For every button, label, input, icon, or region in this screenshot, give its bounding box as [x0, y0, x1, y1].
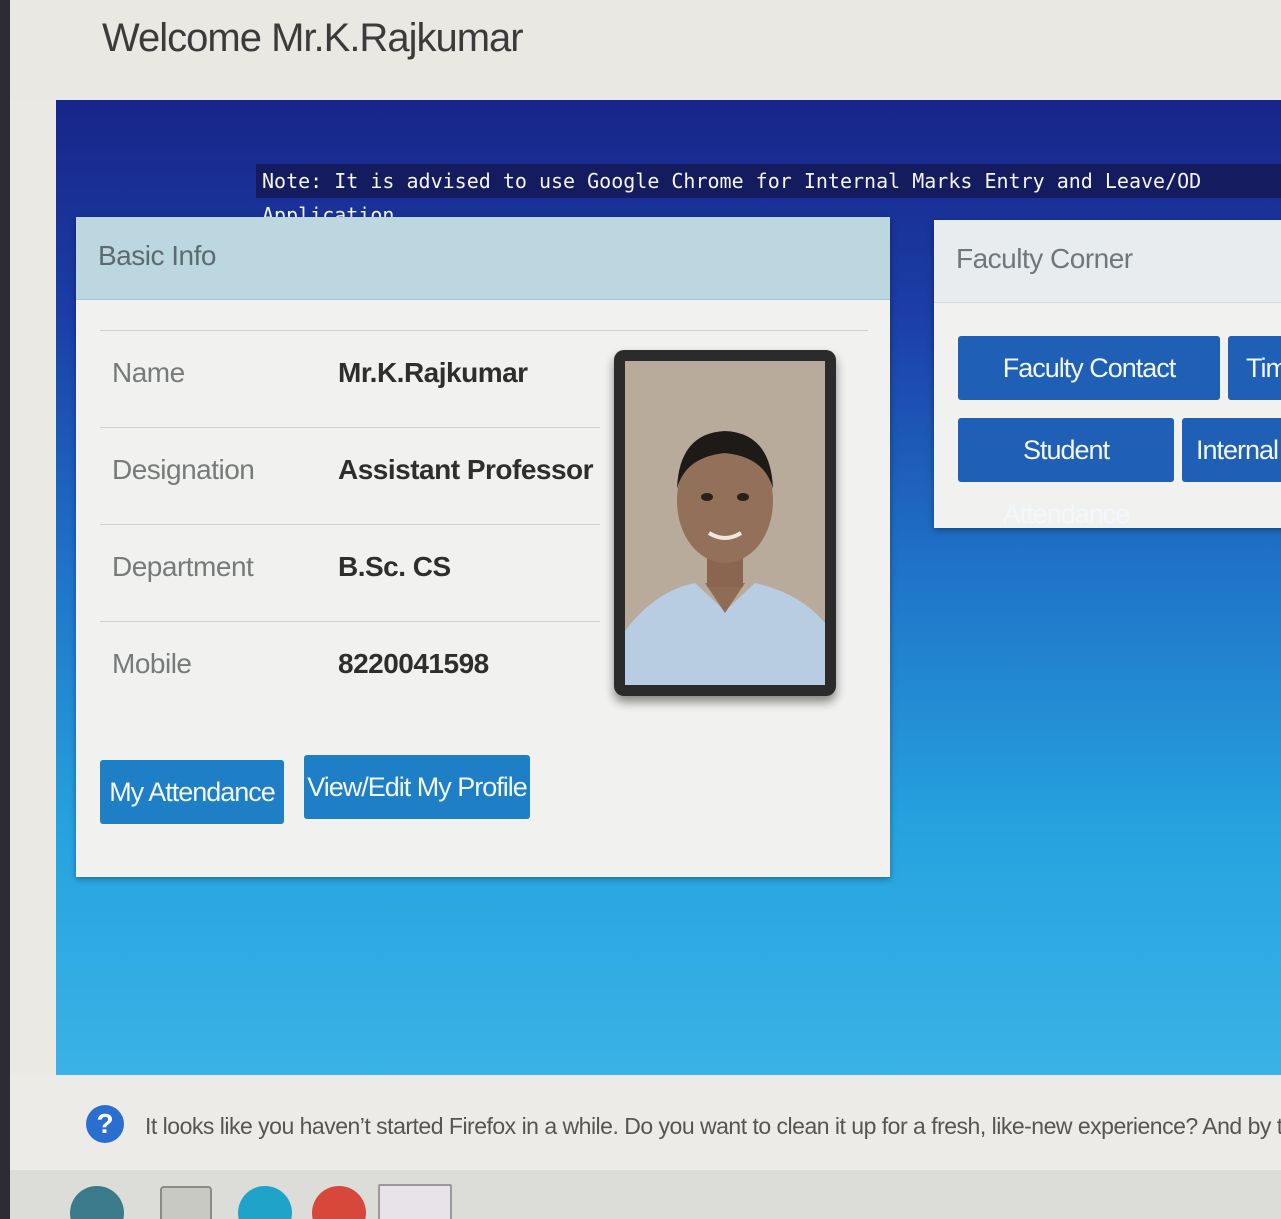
document-icon[interactable]	[160, 1186, 212, 1219]
info-row-department: Department B.Sc. CS	[100, 524, 600, 621]
info-label: Designation	[112, 454, 255, 485]
main-area: Note: It is advised to use Google Chrome…	[56, 100, 1281, 1075]
timetable-button[interactable]: Tim	[1228, 336, 1281, 400]
firefox-browser-icon[interactable]	[378, 1184, 452, 1219]
profile-photo	[614, 350, 836, 696]
app-icon[interactable]	[70, 1186, 124, 1219]
my-attendance-button[interactable]: My Attendance	[100, 760, 284, 824]
screen: Welcome Mr.K.Rajkumar Note: It is advise…	[10, 0, 1281, 1219]
info-row-mobile: Mobile 8220041598	[100, 621, 600, 718]
info-label: Mobile	[112, 648, 192, 679]
taskbar	[10, 1170, 1281, 1219]
info-row-name: Name Mr.K.Rajkumar	[100, 331, 600, 427]
basic-info-heading: Basic Info	[76, 217, 890, 300]
info-value: 8220041598	[338, 648, 489, 679]
edit-profile-button[interactable]: View/Edit My Profile	[304, 755, 530, 819]
info-value: Mr.K.Rajkumar	[338, 357, 528, 388]
help-icon: ?	[86, 1105, 124, 1143]
info-value: Assistant Professor	[338, 454, 594, 485]
faculty-corner-panel: Faculty Corner Faculty Contact Numbers T…	[934, 220, 1281, 529]
faculty-corner-heading: Faculty Corner	[934, 220, 1281, 303]
internal-marks-button[interactable]: Internal	[1182, 418, 1281, 482]
faculty-contact-numbers-button[interactable]: Faculty Contact Numbers	[958, 336, 1220, 447]
info-row-designation: Designation Assistant Professor	[100, 427, 600, 524]
notification-message: It looks like you haven’t started Firefo…	[145, 1113, 1281, 1139]
page-title: Welcome Mr.K.Rajkumar	[102, 16, 524, 60]
chrome-browser-icon[interactable]	[312, 1186, 366, 1219]
info-label: Name	[112, 357, 185, 388]
edge-browser-icon[interactable]	[238, 1186, 292, 1219]
firefox-notification-bar: ? It looks like you haven’t started Fire…	[10, 1075, 1281, 1170]
info-label: Department	[112, 551, 254, 582]
basic-info-panel: Basic Info Name Mr.K.Rajkumar Designatio…	[76, 217, 890, 877]
info-value: B.Sc. CS	[338, 551, 451, 582]
info-table: Name Mr.K.Rajkumar Designation Assistant…	[100, 331, 600, 718]
person-photo-icon	[625, 361, 825, 685]
browser-note: Note: It is advised to use Google Chrome…	[256, 164, 1281, 227]
student-attendance-button[interactable]: Student Attendance	[958, 418, 1174, 529]
page-header: Welcome Mr.K.Rajkumar	[10, 0, 1281, 100]
